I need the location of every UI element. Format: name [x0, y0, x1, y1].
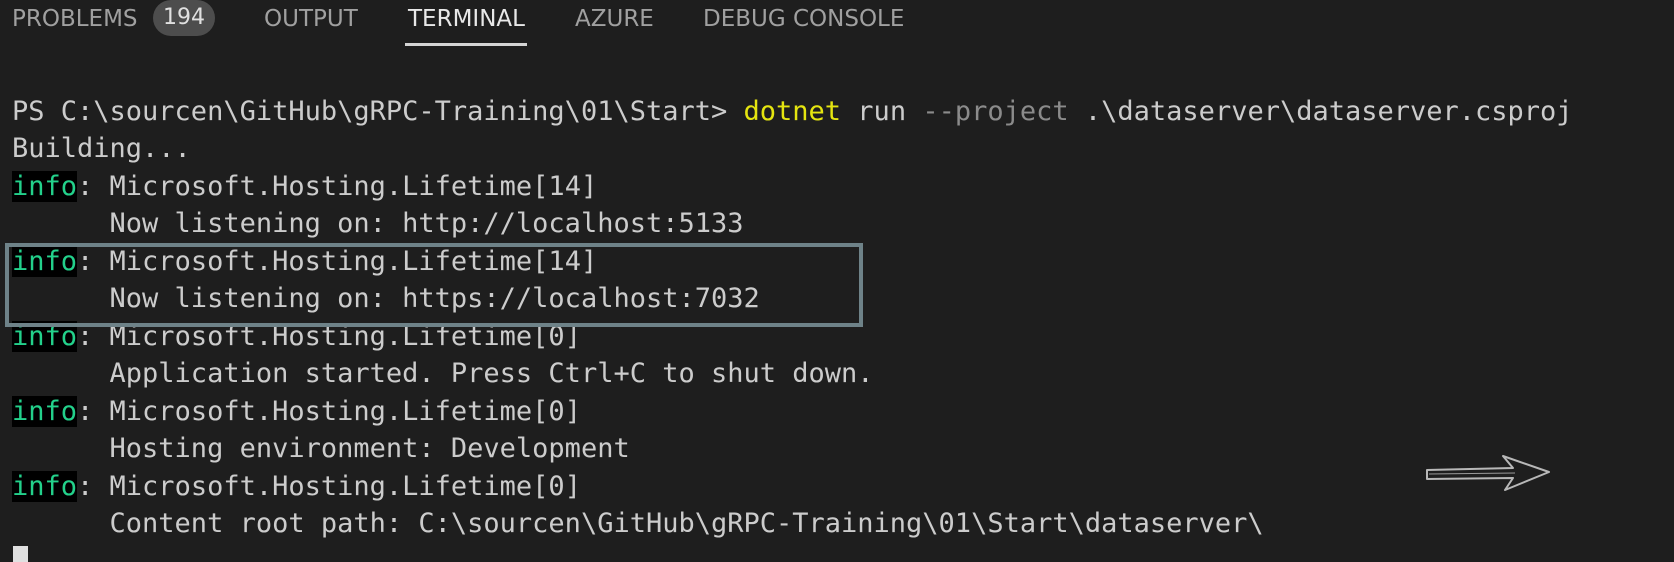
command-line: PS C:\sourcen\GitHub\gRPC-Training\01\St… [12, 93, 1573, 130]
tab-azure[interactable]: AZURE [575, 4, 654, 34]
log-source: : Microsoft.Hosting.Lifetime[14] [77, 171, 598, 202]
tab-output[interactable]: OUTPUT [264, 4, 358, 34]
log-source: : Microsoft.Hosting.Lifetime[0] [77, 471, 581, 502]
log-message-line: Hosting environment: Development [12, 433, 630, 464]
command-arg: .\dataserver\dataserver.csproj [1068, 96, 1573, 127]
log-message-line: Application started. Press Ctrl+C to shu… [12, 358, 874, 389]
log-message-line: Now listening on: http://localhost:5133 [12, 208, 744, 239]
info-tag: info [12, 171, 78, 202]
info-tag: info [12, 396, 78, 427]
active-tab-indicator [405, 43, 527, 46]
terminal-cursor [13, 546, 28, 562]
panel-tab-bar: PROBLEMS 194 OUTPUT TERMINAL AZURE DEBUG… [0, 0, 1674, 46]
command-param: --project [922, 96, 1069, 127]
command-arg: run [841, 96, 923, 127]
tab-terminal[interactable]: TERMINAL [408, 4, 525, 34]
problems-count-badge: 194 [153, 0, 215, 36]
log-source-line: info: Microsoft.Hosting.Lifetime[0] [12, 468, 581, 505]
hand-drawn-arrow-icon [1426, 455, 1550, 491]
info-tag: info [12, 471, 78, 502]
tab-problems[interactable]: PROBLEMS [12, 4, 138, 34]
tab-debug-console[interactable]: DEBUG CONSOLE [703, 4, 904, 34]
log-source-line: info: Microsoft.Hosting.Lifetime[0] [12, 393, 581, 430]
prompt: PS C:\sourcen\GitHub\gRPC-Training\01\St… [12, 96, 744, 127]
log-source-line: info: Microsoft.Hosting.Lifetime[14] [12, 168, 597, 205]
highlight-annotation-box [5, 243, 863, 327]
building-line: Building... [12, 133, 191, 164]
command-name: dotnet [743, 96, 842, 127]
log-source: : Microsoft.Hosting.Lifetime[0] [77, 396, 581, 427]
log-message-line: Content root path: C:\sourcen\GitHub\gRP… [12, 508, 1264, 539]
